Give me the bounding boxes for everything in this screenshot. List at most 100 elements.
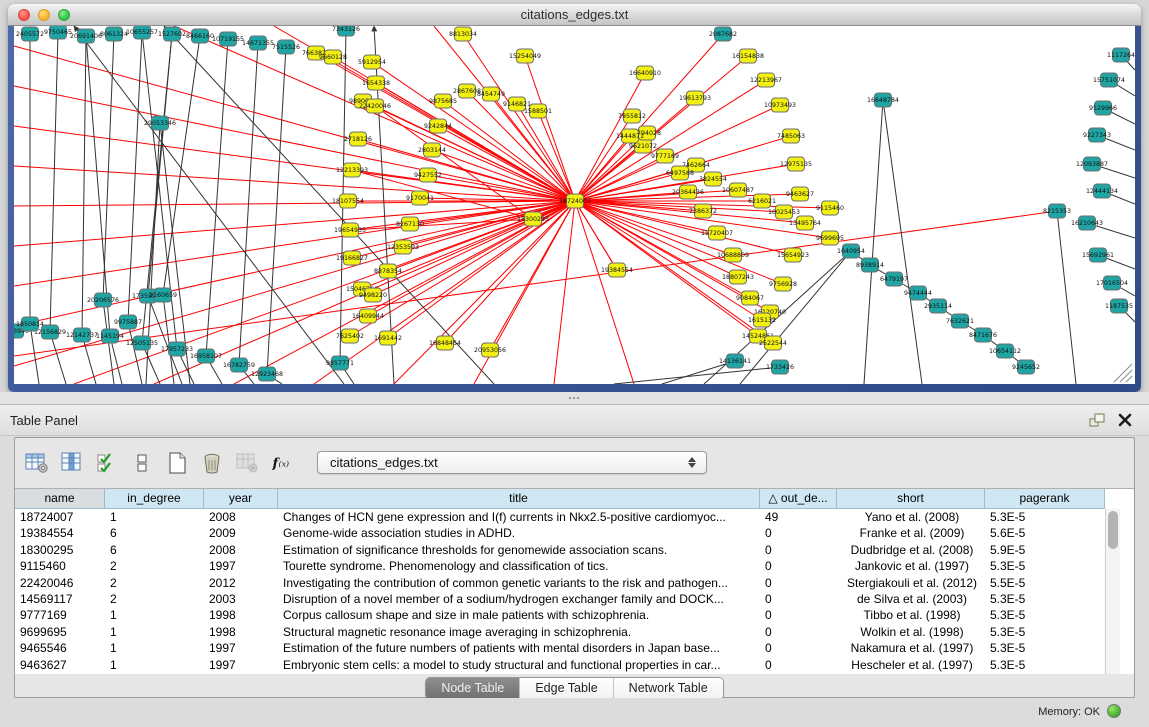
network-node[interactable]: 16958107 [190, 349, 222, 363]
close-panel-icon[interactable] [1117, 412, 1133, 428]
network-node[interactable]: 7485063 [777, 129, 805, 143]
table-cell[interactable]: 0 [760, 575, 837, 591]
network-node[interactable]: 8454749 [477, 87, 505, 101]
table-cell[interactable]: 5.3E-5 [985, 509, 1105, 525]
network-window-titlebar[interactable]: citations_edges.txt [8, 4, 1141, 26]
table-cell[interactable]: 5.9E-5 [985, 542, 1105, 558]
table-cell[interactable]: 18300295 [15, 542, 105, 558]
network-node[interactable]: 8813034 [449, 27, 477, 41]
column-header-title[interactable]: title [278, 489, 760, 509]
network-node[interactable]: 3824554 [699, 172, 727, 186]
table-cell[interactable]: 9699695 [15, 624, 105, 640]
network-node[interactable]: 13495764 [789, 216, 821, 230]
table-cell[interactable]: 0 [760, 607, 837, 623]
network-node[interactable]: 15720407 [701, 226, 733, 240]
network-node[interactable]: 12923468 [251, 367, 283, 381]
network-node[interactable]: 7632621 [946, 314, 974, 328]
panel-splitter[interactable] [0, 392, 1149, 404]
table-row[interactable]: 969969511998Structural magnetic resonanc… [15, 624, 1134, 640]
network-node[interactable]: 9875685 [429, 94, 457, 108]
table-cell[interactable]: Changes of HCN gene expression and I(f) … [278, 509, 760, 525]
function-builder-icon[interactable]: f(x) [269, 451, 295, 475]
network-node[interactable]: 8061324 [100, 27, 128, 41]
column-header-in-degree[interactable]: in_degree [105, 489, 204, 509]
table-cell[interactable]: 5.6E-5 [985, 525, 1105, 541]
table-cell[interactable]: 2008 [204, 542, 278, 558]
network-node[interactable]: 2087682 [709, 27, 737, 41]
table-cell[interactable]: 5.5E-5 [985, 575, 1105, 591]
network-node[interactable]: 5912954 [358, 55, 386, 69]
table-cell[interactable]: Investigating the contribution of common… [278, 575, 760, 591]
network-node[interactable]: 9474444 [904, 286, 932, 300]
table-cell[interactable]: Estimation of the future numbers of pati… [278, 640, 760, 656]
network-node[interactable]: 7386372 [689, 204, 717, 218]
network-node[interactable]: 9699695 [816, 231, 844, 245]
table-cell[interactable]: 22420046 [15, 575, 105, 591]
column-header-year[interactable]: year [204, 489, 278, 509]
network-node[interactable]: 8938914 [856, 258, 884, 272]
table-cell[interactable]: Yano et al. (2008) [837, 509, 985, 525]
network-node[interactable]: 12975135 [780, 157, 812, 171]
network-node[interactable]: 12142737 [66, 328, 98, 342]
network-node[interactable]: 19384554 [601, 263, 633, 277]
table-row[interactable]: 1456911722003Disruption of a novel membe… [15, 591, 1134, 607]
network-node[interactable]: 1117264 [1107, 48, 1135, 62]
network-node[interactable]: 15751074 [1093, 73, 1125, 87]
network-node[interactable]: 8215353 [1043, 204, 1071, 218]
tab-node-table[interactable]: Node Table [426, 678, 520, 699]
column-select-icon[interactable] [94, 451, 120, 475]
network-node[interactable]: 9975887 [114, 315, 142, 329]
network-node[interactable]: 17957233 [161, 342, 193, 356]
network-node[interactable]: 9115460 [816, 201, 844, 215]
network-node[interactable]: 1187535 [1105, 299, 1133, 313]
table-cell[interactable]: Hescheler et al. (1997) [837, 657, 985, 673]
table-cell[interactable]: Tourette syndrome. Phenomenology and cla… [278, 558, 760, 574]
network-node[interactable]: 16648784 [867, 93, 899, 107]
column-header-pagerank[interactable]: pagerank [985, 489, 1105, 509]
network-node[interactable]: 10655257 [126, 26, 158, 39]
table-scrollbar[interactable] [1105, 509, 1120, 674]
table-cell[interactable]: 1998 [204, 607, 278, 623]
network-node[interactable]: 15254049 [509, 49, 541, 63]
table-cell[interactable]: 5.3E-5 [985, 591, 1105, 607]
table-cell[interactable]: Nakamura et al. (1997) [837, 640, 985, 656]
table-cell[interactable]: Tibbo et al. (1998) [837, 607, 985, 623]
zoom-window-button[interactable] [58, 9, 70, 21]
table-cell[interactable]: 49 [760, 509, 837, 525]
network-node[interactable]: 9756928 [769, 277, 797, 291]
table-row[interactable]: 1938455462009Genome-wide association stu… [15, 525, 1134, 541]
network-node[interactable]: 1691442 [374, 331, 402, 345]
network-node[interactable]: 9463627 [786, 187, 814, 201]
delete-table-icon[interactable] [199, 451, 225, 475]
new-table-icon[interactable] [164, 451, 190, 475]
column-header-name[interactable]: name [15, 489, 105, 509]
network-node[interactable]: 15654923 [777, 248, 809, 262]
table-cell[interactable]: Franke et al. (2009) [837, 525, 985, 541]
table-cell[interactable]: 1997 [204, 558, 278, 574]
table-scrollbar-thumb[interactable] [1108, 511, 1118, 549]
network-node[interactable]: 14671355 [242, 36, 274, 50]
row-height-icon[interactable] [129, 451, 155, 475]
network-node[interactable]: 19654935 [334, 223, 366, 237]
table-cell[interactable]: 9465546 [15, 640, 105, 656]
network-node[interactable]: 10654112 [989, 344, 1021, 358]
network-node[interactable]: 9227343 [1083, 128, 1111, 142]
table-cell[interactable]: Stergiakouli et al. (2012) [837, 575, 985, 591]
network-node[interactable]: 16782759 [223, 358, 255, 372]
table-cell[interactable]: de Silva et al. (2003) [837, 591, 985, 607]
table-cell[interactable]: 9463627 [15, 657, 105, 673]
table-cell[interactable]: 1998 [204, 624, 278, 640]
table-cell[interactable]: 0 [760, 640, 837, 656]
table-cell[interactable]: Genome-wide association studies in ADHD. [278, 525, 760, 541]
table-cell[interactable]: Wolkin et al. (1998) [837, 624, 985, 640]
tab-network-table[interactable]: Network Table [614, 678, 723, 699]
network-node[interactable]: 7515526 [272, 40, 300, 54]
table-cell[interactable]: 2 [105, 575, 204, 591]
network-node[interactable]: 9245652 [1012, 360, 1040, 374]
network-node[interactable]: 9750465 [44, 26, 72, 39]
table-settings-icon[interactable] [24, 451, 50, 475]
network-node[interactable]: 19613793 [679, 91, 711, 105]
column-header-short[interactable]: short [837, 489, 985, 509]
network-node[interactable]: 7343126 [332, 26, 360, 36]
network-node[interactable]: 16210643 [1071, 216, 1103, 230]
